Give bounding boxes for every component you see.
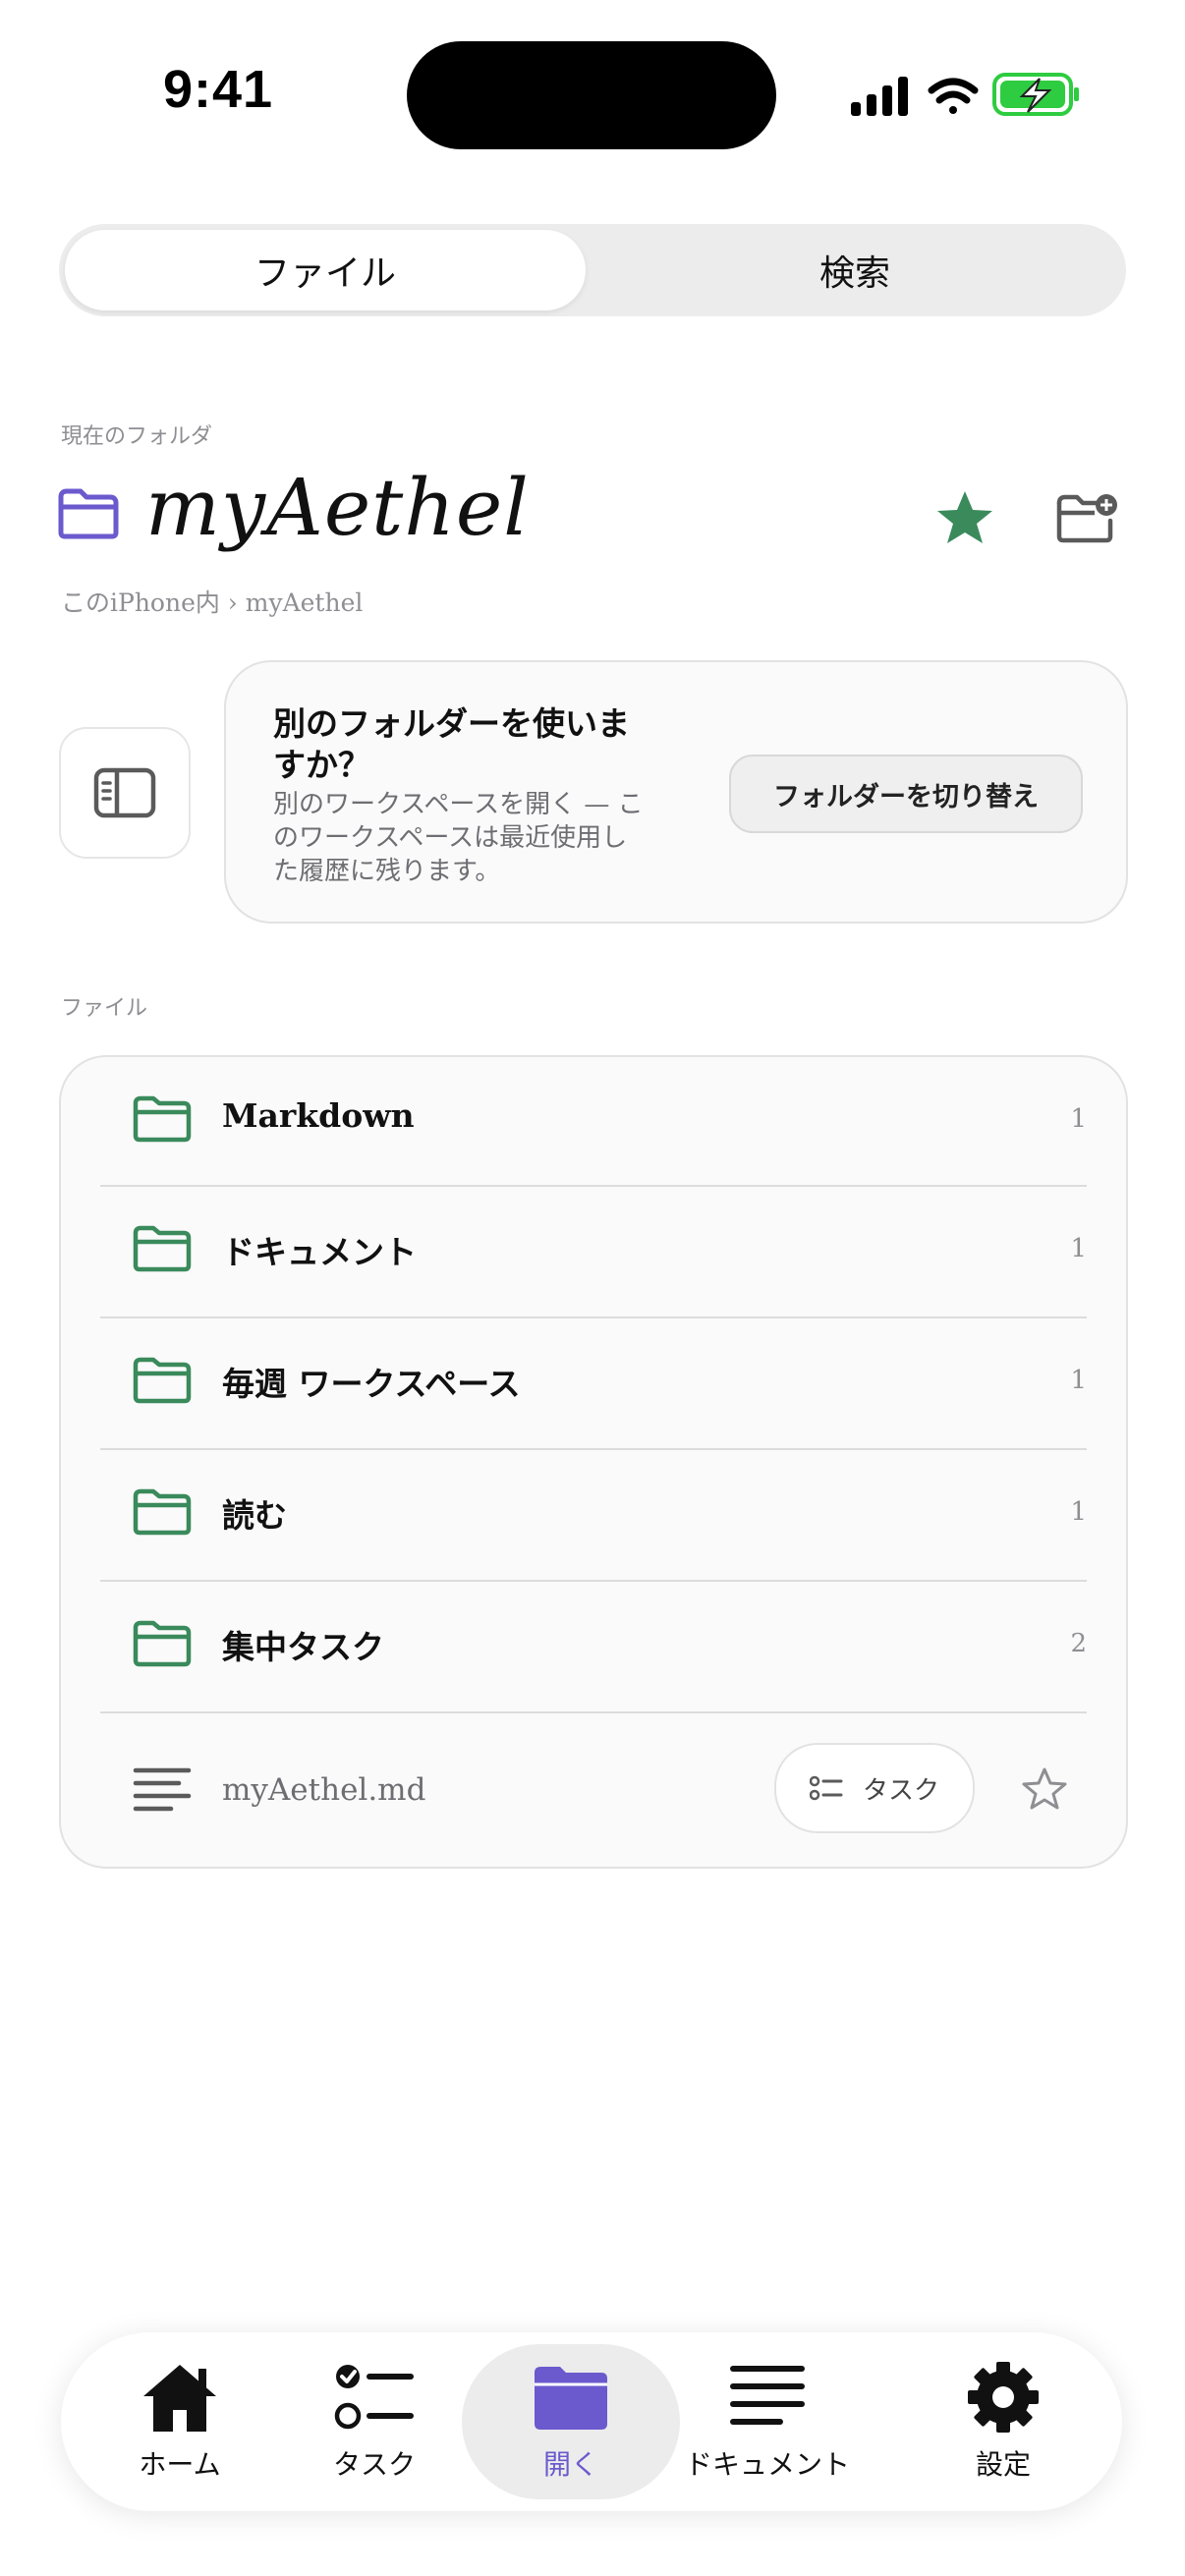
folder-name: 毎週 ワークスペース bbox=[222, 1365, 521, 1403]
folder-name: 読む bbox=[222, 1496, 287, 1535]
folder-row[interactable]: Markdown 1 bbox=[100, 1057, 1087, 1185]
sidebar-icon bbox=[93, 767, 156, 818]
workspace-card: 別のフォルダーを使いますか？ 別のワークスペースを開く — このワークスペースは… bbox=[224, 660, 1128, 924]
star-outline-icon[interactable] bbox=[1022, 1766, 1067, 1810]
tab-tasks[interactable]: タスク bbox=[301, 2332, 448, 2511]
workspace-description: 別のワークスペースを開く — このワークスペースは最近使用した履歴に残ります。 bbox=[273, 790, 644, 886]
folder-row[interactable]: ドキュメント 1 bbox=[100, 1187, 1087, 1315]
folder-count: 1 bbox=[1070, 1366, 1087, 1395]
tab-label: タスク bbox=[332, 2448, 416, 2481]
tab-label: 設定 bbox=[975, 2448, 1031, 2481]
tab-label: ドキュメント bbox=[684, 2448, 850, 2481]
folder-name: Markdown bbox=[222, 1096, 415, 1135]
sidebar-toggle-button[interactable] bbox=[59, 727, 191, 859]
switch-folder-button[interactable]: フォルダーを切り替え bbox=[729, 755, 1083, 833]
dynamic-island bbox=[407, 41, 776, 149]
task-chip-button[interactable]: タスク bbox=[774, 1743, 975, 1833]
checklist-icon bbox=[334, 2365, 414, 2430]
folder-row[interactable]: 読む 1 bbox=[100, 1450, 1087, 1578]
checklist-icon bbox=[809, 1775, 843, 1801]
files-section-label: ファイル bbox=[61, 996, 148, 1021]
status-time: 9:41 bbox=[163, 60, 274, 119]
workspace-title: 別のフォルダーを使いますか？ bbox=[273, 704, 630, 784]
segment-search[interactable]: 検索 bbox=[590, 230, 1120, 310]
folder-icon bbox=[58, 488, 119, 539]
favorite-star-icon[interactable] bbox=[935, 489, 994, 546]
cellular-signal-icon bbox=[851, 77, 908, 116]
wifi-icon bbox=[928, 78, 979, 114]
gear-icon bbox=[968, 2362, 1039, 2433]
current-folder-label: 現在のフォルダ bbox=[61, 424, 213, 449]
lines-icon bbox=[730, 2366, 805, 2425]
folder-row[interactable]: 集中タスク 2 bbox=[100, 1582, 1087, 1709]
folder-icon bbox=[133, 1488, 192, 1536]
folder-name: ドキュメント bbox=[222, 1233, 417, 1271]
tab-home[interactable]: ホーム bbox=[106, 2332, 254, 2511]
tab-bar: ホーム タスク 開く ドキュメント 設定 bbox=[61, 2332, 1122, 2511]
folder-icon bbox=[535, 2367, 607, 2430]
house-icon bbox=[143, 2365, 216, 2432]
breadcrumb: このiPhone内 › myAethel bbox=[61, 588, 364, 617]
folder-icon bbox=[133, 1357, 192, 1404]
folder-count: 2 bbox=[1070, 1629, 1087, 1658]
folder-count: 1 bbox=[1070, 1104, 1087, 1134]
tab-settings[interactable]: 設定 bbox=[930, 2332, 1077, 2511]
status-icons bbox=[851, 73, 1079, 116]
file-list: Markdown 1 ドキュメント 1 毎週 ワークスペース 1 読む 1 集中… bbox=[59, 1055, 1128, 1869]
task-chip-label: タスク bbox=[862, 1775, 939, 1806]
current-folder-title: myAethel bbox=[145, 462, 530, 553]
folder-row[interactable]: 毎週 ワークスペース 1 bbox=[100, 1318, 1087, 1446]
battery-charging-icon bbox=[992, 73, 1079, 116]
folder-icon bbox=[133, 1620, 192, 1667]
file-name: myAethel.md bbox=[222, 1772, 426, 1808]
folder-icon bbox=[133, 1225, 192, 1272]
folder-count: 1 bbox=[1070, 1497, 1087, 1527]
folder-icon bbox=[133, 1095, 192, 1143]
segment-files[interactable]: ファイル bbox=[65, 230, 586, 310]
tab-label: ホーム bbox=[139, 2448, 221, 2481]
segmented-control: ファイル 検索 bbox=[59, 224, 1126, 316]
folder-count: 1 bbox=[1070, 1234, 1087, 1263]
tab-documents[interactable]: ドキュメント bbox=[684, 2332, 851, 2511]
tab-label: 開く bbox=[542, 2448, 598, 2481]
tab-open[interactable]: 開く bbox=[497, 2332, 645, 2511]
folder-name: 集中タスク bbox=[222, 1628, 384, 1666]
new-folder-icon[interactable] bbox=[1055, 491, 1118, 544]
document-lines-icon bbox=[133, 1767, 192, 1812]
